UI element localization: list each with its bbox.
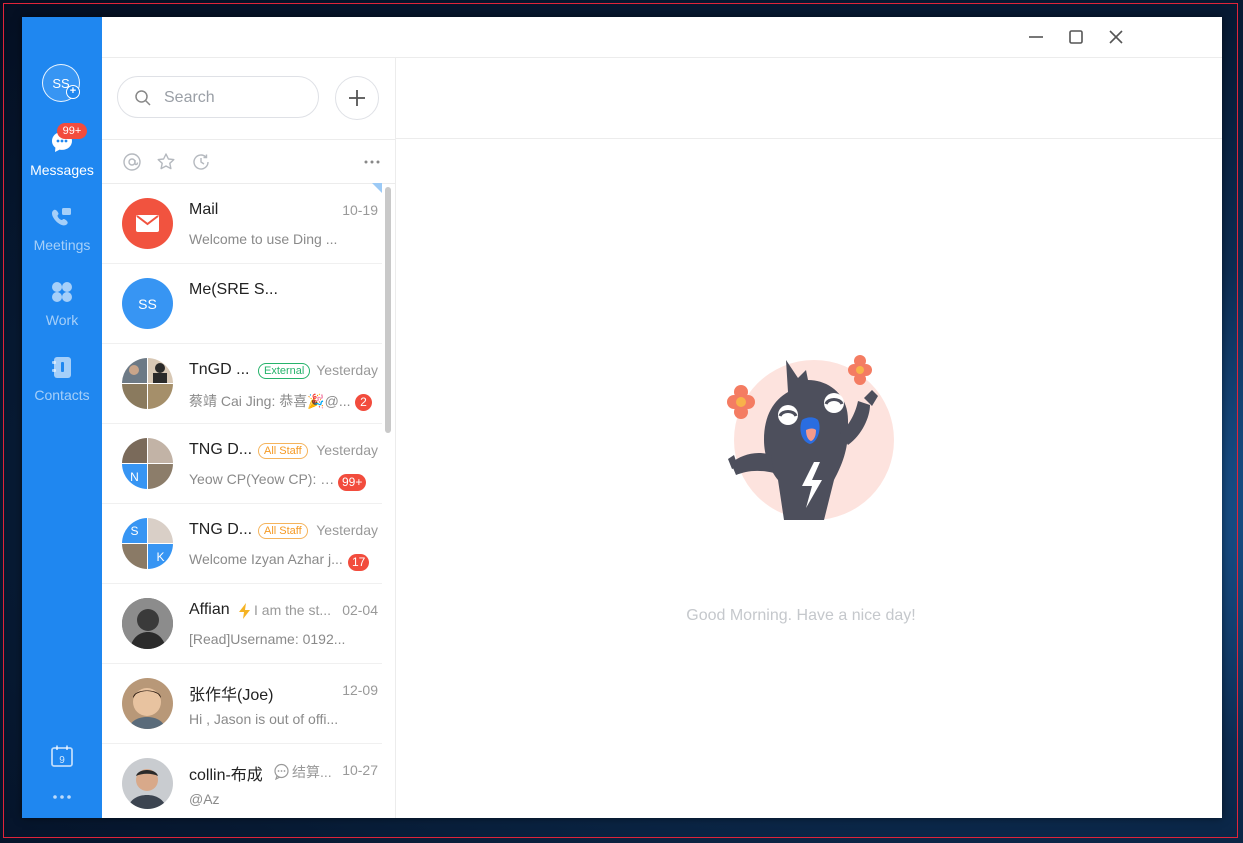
conversation-panel: Mail 10-19 Welcome to use Ding ... SS Me…: [102, 57, 396, 818]
contacts-book-icon: [52, 357, 71, 378]
conversation-name: TnGD ...: [189, 361, 250, 378]
conversation-preview: Welcome Izyan Azhar j...: [189, 551, 343, 567]
search-box[interactable]: [117, 76, 319, 118]
calendar-icon[interactable]: 9: [50, 744, 74, 768]
conversation-row-self[interactable]: SS Me(SRE S...: [102, 264, 382, 344]
more-dots-icon[interactable]: [50, 785, 74, 809]
conversation-row-group[interactable]: S K TNG D... All Staff Yesterday Welcome…: [102, 504, 382, 584]
nav-rail: SS + Messages 99+ Meetings Work Contacts…: [22, 17, 102, 818]
minimize-icon[interactable]: [1024, 25, 1048, 49]
lightning-icon: [239, 603, 250, 619]
conversation-time: 10-27: [342, 762, 378, 778]
mail-avatar: [122, 198, 173, 249]
conversation-name: TNG D...: [189, 521, 253, 538]
conversation-preview: @Az: [189, 791, 220, 807]
main-area: Good Morning. Have a nice day!: [396, 57, 1222, 818]
conversation-row-group[interactable]: N TNG D... All Staff Yesterday Yeow CP(Y…: [102, 424, 382, 504]
unread-count-badge: 17: [348, 554, 370, 571]
group-avatar: N: [122, 438, 173, 489]
close-icon[interactable]: [1104, 25, 1128, 49]
nav-item-work[interactable]: Work: [22, 279, 102, 339]
conversation-name: collin-布成: [189, 767, 263, 784]
mascot-illustration: [727, 355, 894, 520]
status-note: I am the st...: [254, 602, 332, 618]
unread-count-badge: 2: [355, 394, 372, 411]
conversation-time: 12-09: [342, 682, 378, 698]
envelope-icon: [136, 215, 159, 232]
all-staff-tag: All Staff: [258, 523, 308, 539]
mention-icon[interactable]: [122, 152, 142, 172]
status-note: 结算...: [292, 764, 332, 780]
nav-label-messages: Messages: [30, 162, 94, 178]
self-avatar: SS: [122, 278, 173, 329]
app-window: SS + Messages 99+ Meetings Work Contacts…: [22, 17, 1222, 818]
calendar-day: 9: [59, 755, 65, 766]
contact-avatar: [122, 598, 173, 649]
conversation-time: Yesterday: [316, 442, 378, 458]
main-header: [396, 57, 1222, 139]
messages-unread-badge: 99+: [57, 123, 87, 139]
nav-label-work: Work: [45, 312, 79, 328]
conversation-row-mail[interactable]: Mail 10-19 Welcome to use Ding ...: [102, 184, 382, 264]
conversation-row-contact[interactable]: 张作华(Joe) 12-09 Hi , Jason is out of offi…: [102, 664, 382, 744]
conversation-list: Mail 10-19 Welcome to use Ding ... SS Me…: [102, 183, 395, 818]
conversation-row-contact[interactable]: collin-布成 结算... 10-27 @Az: [102, 744, 382, 818]
conversation-preview: Hi , Jason is out of offi...: [189, 711, 339, 727]
nav-item-meetings[interactable]: Meetings: [22, 204, 102, 264]
conversation-preview: [Read]Username: 0192...: [189, 631, 346, 647]
svg-text:K: K: [156, 550, 164, 564]
video-call-icon: [52, 208, 71, 226]
conversation-time: Yesterday: [316, 522, 378, 538]
search-icon: [135, 90, 151, 106]
conversation-preview: Welcome to use Ding ...: [189, 231, 338, 247]
search-input[interactable]: [162, 85, 306, 111]
group-avatar: [122, 358, 173, 409]
conversation-name: Me(SRE S...: [189, 281, 278, 298]
nav-label-meetings: Meetings: [33, 237, 91, 253]
conversation-row-group[interactable]: TnGD ... External Yesterday 蔡靖 Cai Jing:…: [102, 344, 382, 424]
conversation-time: 10-19: [342, 202, 378, 218]
conversation-preview: Yeow CP(Yeow CP): D...: [189, 471, 339, 487]
title-bar: [102, 17, 1222, 58]
nav-item-contacts[interactable]: Contacts: [22, 354, 102, 414]
filter-bar: [102, 139, 395, 184]
pinned-corner-marker: [372, 183, 382, 193]
add-button[interactable]: [335, 76, 379, 120]
conversation-time: Yesterday: [316, 362, 378, 378]
conversation-name: 张作华(Joe): [189, 687, 274, 704]
greeting-text: Good Morning. Have a nice day!: [686, 607, 916, 624]
nav-label-contacts: Contacts: [34, 387, 90, 403]
plus-icon: [349, 90, 365, 106]
maximize-icon[interactable]: [1064, 25, 1088, 49]
contact-avatar: [122, 678, 173, 729]
conversation-row-contact[interactable]: Affian I am the st... 02-04 [Read]Userna…: [102, 584, 382, 664]
contact-avatar: [122, 758, 173, 809]
conversation-name: Affian: [189, 601, 230, 618]
history-clock-icon[interactable]: [191, 152, 211, 172]
conversation-preview: 蔡靖 Cai Jing: 恭喜🎉@...: [189, 393, 351, 409]
star-icon[interactable]: [156, 152, 176, 172]
more-options-icon[interactable]: [362, 152, 382, 172]
list-scrollbar[interactable]: [385, 187, 391, 433]
conversation-name: Mail: [189, 201, 219, 218]
add-account-icon[interactable]: +: [66, 85, 80, 99]
external-tag: External: [258, 363, 311, 379]
apps-grid-icon: [52, 282, 72, 302]
svg-text:N: N: [130, 470, 139, 484]
conversation-time: 02-04: [342, 602, 378, 618]
all-staff-tag: All Staff: [258, 443, 308, 459]
group-avatar: S K: [122, 518, 173, 569]
svg-text:S: S: [130, 524, 138, 538]
conversation-name: TNG D...: [189, 441, 253, 458]
speech-bubble-icon: [274, 763, 289, 780]
unread-count-badge: 99+: [338, 474, 367, 491]
